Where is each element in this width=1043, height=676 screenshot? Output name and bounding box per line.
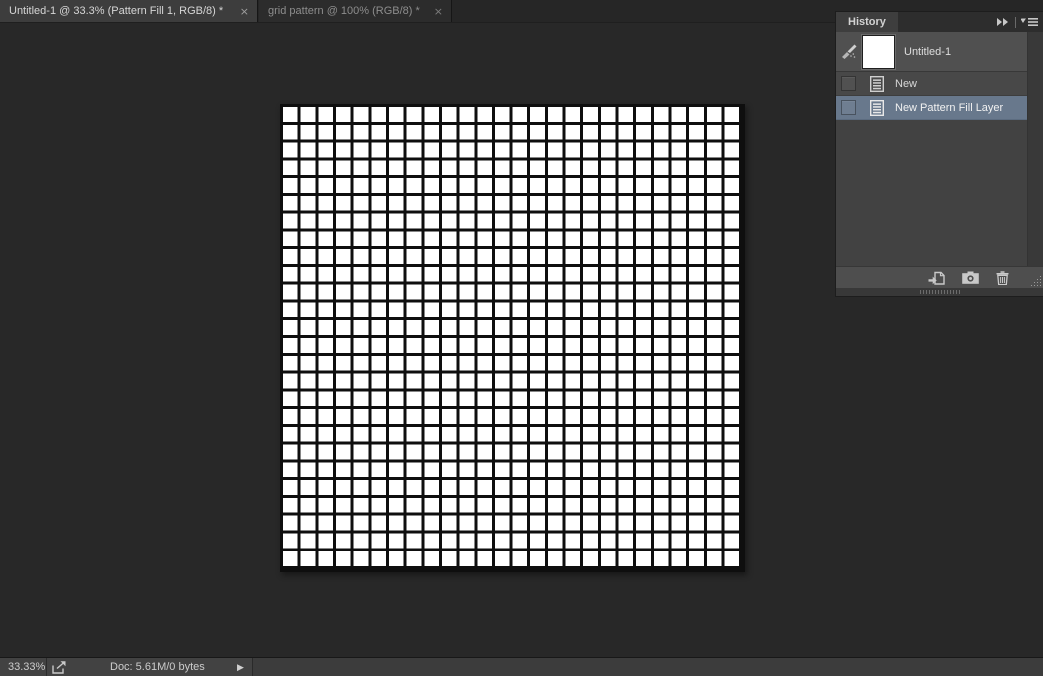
history-panel-title: History	[848, 16, 886, 28]
delete-state-trash-icon[interactable]	[996, 271, 1009, 285]
history-panel-header: History	[836, 12, 1043, 32]
tab-label: Untitled-1 @ 33.3% (Pattern Fill 1, RGB/…	[0, 5, 223, 17]
export-share-icon[interactable]	[52, 660, 68, 676]
tab-grid-pattern[interactable]: grid pattern @ 100% (RGB/8) * ×	[259, 0, 452, 22]
history-brush-source-well[interactable]	[841, 100, 856, 115]
history-state-new-pattern-fill-layer[interactable]: New Pattern Fill Layer	[836, 96, 1027, 120]
tab-history[interactable]: History	[836, 12, 898, 32]
snapshot-label: Untitled-1	[904, 46, 951, 58]
history-brush-source-icon[interactable]	[836, 44, 862, 59]
history-state-new[interactable]: New	[836, 72, 1027, 96]
doc-size-text: Doc: 5.61M/0 bytes	[110, 661, 205, 673]
collapse-to-icons-icon[interactable]	[996, 17, 1010, 27]
new-snapshot-camera-icon[interactable]	[962, 271, 979, 284]
snapshot-thumbnail[interactable]	[862, 35, 895, 69]
close-icon[interactable]: ×	[428, 5, 451, 18]
document-canvas-grid[interactable]	[280, 104, 745, 572]
tab-untitled-1[interactable]: Untitled-1 @ 33.3% (Pattern Fill 1, RGB/…	[0, 0, 258, 22]
history-brush-source-well[interactable]	[841, 76, 856, 91]
history-state-document-icon	[869, 100, 885, 116]
panel-menu-icon[interactable]	[1021, 17, 1038, 27]
panel-resize-handle[interactable]	[836, 288, 1043, 296]
history-panel-footer	[836, 266, 1043, 288]
close-icon[interactable]: ×	[234, 5, 257, 18]
panel-resize-grip[interactable]	[1030, 275, 1041, 286]
history-list-empty-area	[836, 120, 1027, 266]
history-scroll-gutter[interactable]	[1027, 32, 1043, 266]
new-document-from-state-icon[interactable]	[928, 271, 945, 285]
history-state-document-icon	[869, 76, 885, 92]
status-bar: 33.33% Doc: 5.61M/0 bytes ▶	[0, 657, 1043, 676]
drag-dots-icon	[920, 290, 960, 294]
history-state-label: New Pattern Fill Layer	[895, 102, 1003, 114]
history-panel: History	[836, 12, 1043, 296]
header-separator	[1015, 17, 1016, 28]
history-snapshot-row[interactable]: Untitled-1	[836, 32, 1027, 72]
zoom-level-value: 33.33%	[8, 661, 45, 673]
tab-label: grid pattern @ 100% (RGB/8) *	[259, 5, 420, 17]
doc-size-info[interactable]: Doc: 5.61M/0 bytes	[110, 658, 205, 676]
history-state-label: New	[895, 78, 917, 90]
photoshop-window: Untitled-1 @ 33.3% (Pattern Fill 1, RGB/…	[0, 0, 1043, 676]
status-flyout-arrow-icon[interactable]: ▶	[237, 658, 244, 676]
zoom-level-field[interactable]: 33.33%	[0, 658, 47, 676]
